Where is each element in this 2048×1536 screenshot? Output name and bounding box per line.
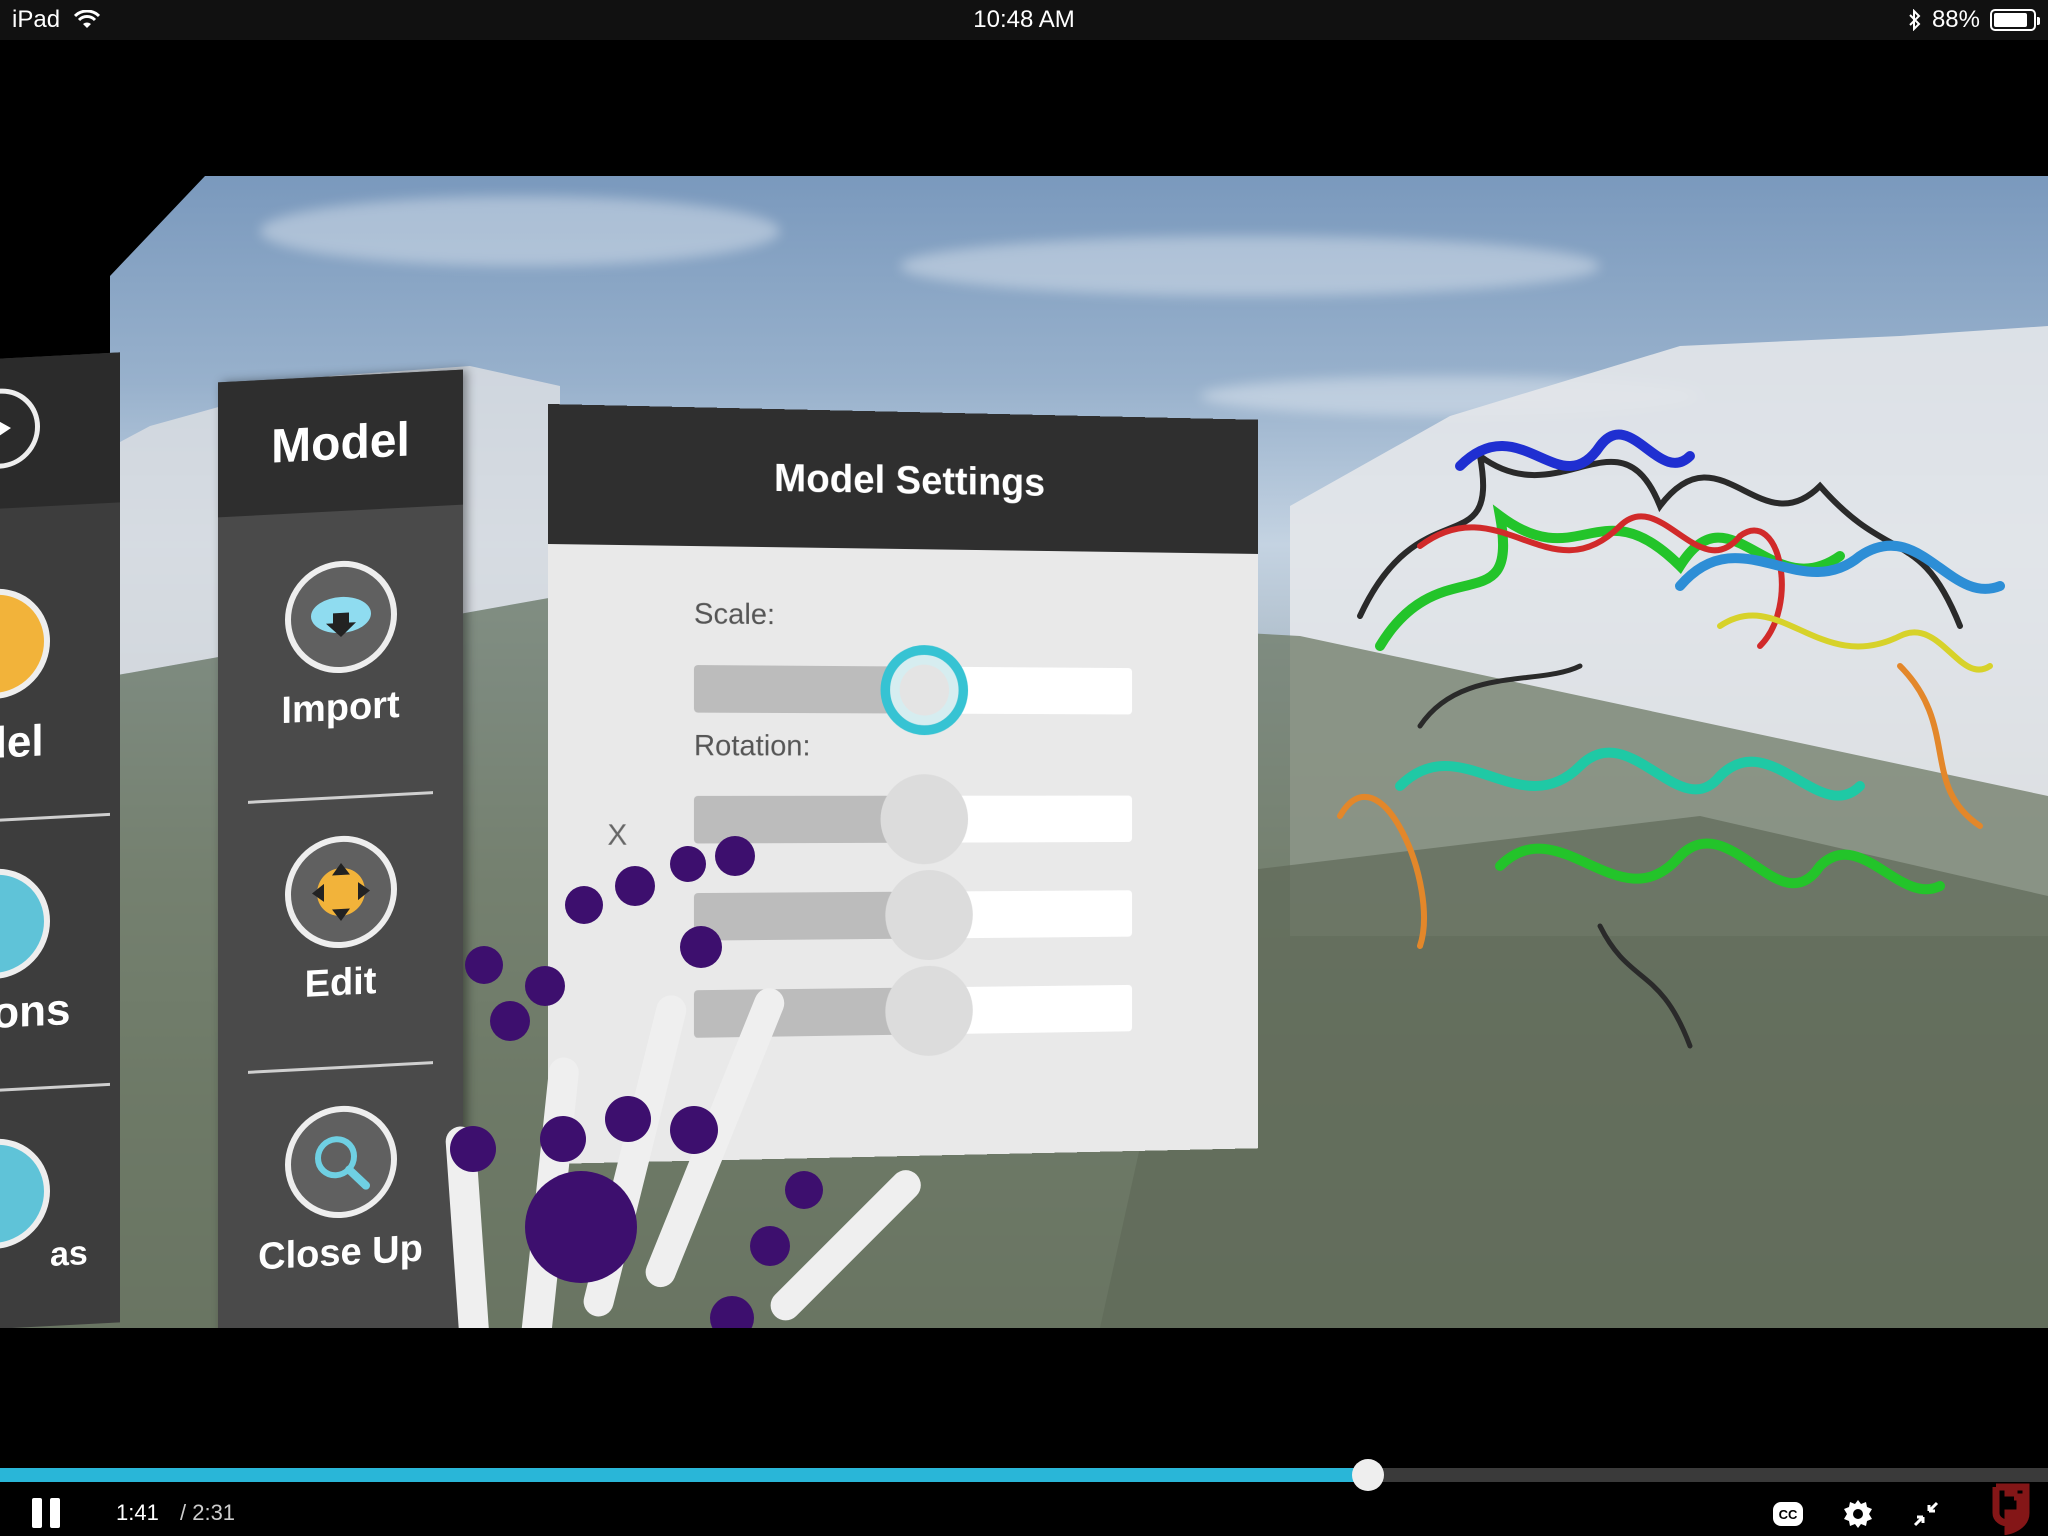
model-settings-titlebar: Model Settings: [548, 404, 1259, 554]
play-icon[interactable]: [0, 386, 40, 471]
scale-slider-knob[interactable]: [880, 644, 969, 736]
hand-pointer-dot: [525, 1171, 637, 1283]
svg-text:CC: CC: [1779, 1507, 1798, 1522]
model-settings-title: Model Settings: [773, 455, 1046, 504]
battery-percentage: 88%: [1931, 6, 1980, 33]
rotation-z-knob[interactable]: [885, 965, 973, 1057]
settings-gear-icon[interactable]: [0, 1136, 50, 1252]
model-menu-header: Model: [218, 369, 463, 518]
close-up-button[interactable]: Close Up: [218, 1100, 463, 1282]
vr-hand-controller: [430, 826, 928, 1328]
progress-bar[interactable]: [0, 1459, 2048, 1491]
closed-captions-icon[interactable]: CC: [1768, 1494, 1808, 1534]
video-player-bar: 1:41 / 2:31 CC: [0, 1328, 2048, 1536]
player-controls: 1:41 / 2:31 CC: [0, 1483, 2048, 1536]
rotation-label: Rotation:: [693, 729, 811, 763]
model-menu-panel: Model Import Edit Close Up: [218, 369, 463, 1328]
pause-icon[interactable]: [32, 1498, 62, 1528]
progress-played: [0, 1468, 1369, 1482]
menu-item-model-label[interactable]: del: [0, 716, 44, 769]
exit-fullscreen-icon[interactable]: [1906, 1494, 1946, 1534]
model-menu-title: Model: [271, 413, 410, 474]
video-frame[interactable]: del ions as Model Import Edit Close Up M…: [0, 176, 2048, 1328]
protein-ribbon-model[interactable]: [1300, 366, 2020, 1066]
import-button[interactable]: Import: [218, 555, 463, 737]
rotation-x-knob[interactable]: [880, 774, 969, 865]
magnifier-icon: [284, 1103, 397, 1221]
ou-logo: [1984, 1482, 2034, 1536]
ios-status-bar: iPad 10:48 AM 88%: [0, 0, 2048, 40]
bluetooth-icon: [1909, 9, 1921, 31]
current-time: 1:41: [116, 1500, 159, 1525]
rotation-y-knob[interactable]: [885, 869, 973, 961]
menu-item-settings-label[interactable]: as: [50, 1234, 88, 1275]
scale-slider[interactable]: [693, 644, 1133, 736]
battery-icon: [1990, 9, 2040, 31]
main-menu-panel: del ions as: [0, 352, 120, 1328]
duration: / 2:31: [180, 1500, 236, 1525]
model-box-icon[interactable]: [0, 586, 50, 702]
progress-scrubber[interactable]: [1352, 1459, 1385, 1491]
clock: 10:48 AM: [973, 6, 1075, 33]
options-gear-icon[interactable]: [0, 866, 50, 982]
menu-item-options-label[interactable]: ions: [0, 985, 70, 1040]
cloud-download-icon: [284, 558, 397, 676]
scale-label: Scale:: [693, 597, 776, 632]
settings-gear-icon[interactable]: [1838, 1494, 1878, 1534]
edit-button[interactable]: Edit: [218, 830, 463, 1012]
move-arrows-icon: [284, 833, 397, 951]
main-menu-header: [0, 352, 120, 510]
